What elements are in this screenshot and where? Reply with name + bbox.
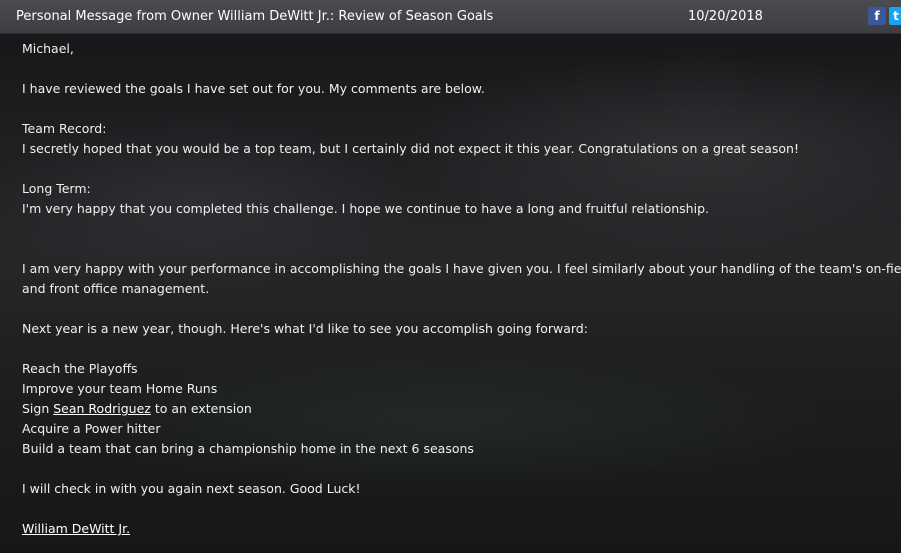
team-record-heading: Team Record:	[22, 121, 107, 136]
goal-item: Improve your team Home Runs	[22, 381, 218, 396]
long-term-heading: Long Term:	[22, 181, 91, 196]
goal-item: Sign Sean Rodriguez to an extension	[22, 399, 897, 419]
goal-item: Acquire a Power hitter	[22, 421, 161, 436]
message-title: Personal Message from Owner William DeWi…	[16, 9, 494, 24]
next-year-text: Next year is a new year, though. Here's …	[22, 321, 588, 336]
facebook-icon[interactable]: f	[868, 7, 886, 25]
message-date: 10/20/2018	[688, 9, 763, 24]
twitter-icon[interactable]: t	[889, 7, 901, 25]
closing-text: I will check in with you again next seas…	[22, 481, 361, 496]
performance-text-line1: I am very happy with your performance in…	[22, 261, 901, 276]
message-body: Michael, I have reviewed the goals I hav…	[22, 39, 901, 539]
message-header: Personal Message from Owner William DeWi…	[0, 0, 901, 34]
goal-prefix: Sign	[22, 401, 54, 416]
team-record-text: I secretly hoped that you would be a top…	[22, 141, 799, 156]
performance-text-line2: and front office management.	[22, 281, 210, 296]
greeting: Michael,	[22, 41, 74, 56]
goal-item: Reach the Playoffs	[22, 361, 138, 376]
player-link-sean-rodriguez[interactable]: Sean Rodriguez	[53, 401, 151, 416]
signature-row: William DeWitt Jr.	[22, 519, 897, 539]
goal-suffix: to an extension	[150, 401, 252, 416]
long-term-text: I'm very happy that you completed this c…	[22, 201, 709, 216]
intro-text: I have reviewed the goals I have set out…	[22, 81, 485, 96]
owner-signature-link[interactable]: William DeWitt Jr.	[22, 521, 130, 536]
goal-item: Build a team that can bring a championsh…	[22, 441, 474, 456]
